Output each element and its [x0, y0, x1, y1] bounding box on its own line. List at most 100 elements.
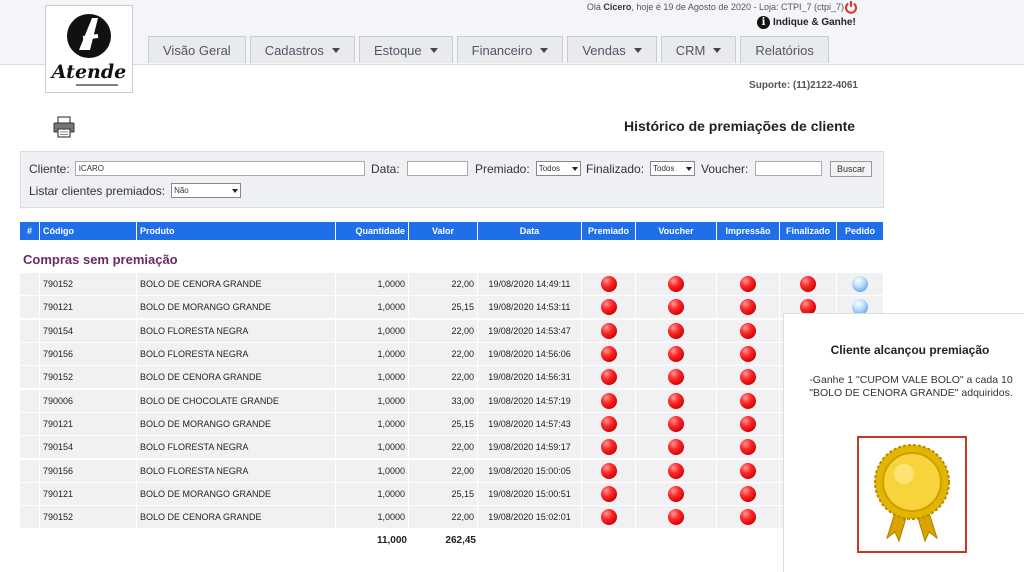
column-header[interactable]: Voucher	[636, 222, 717, 240]
cell-index	[20, 413, 40, 436]
tab-label: Relatórios	[755, 42, 814, 58]
column-header[interactable]: Código	[40, 222, 137, 240]
table-row[interactable]: 790152 BOLO DE CENORA GRANDE 1,0000 22,00 19…	[20, 366, 884, 389]
tab-vendas[interactable]: Vendas	[567, 36, 657, 63]
caret-down-icon	[331, 47, 340, 53]
cell-quantidade: 1,0000	[336, 436, 409, 459]
premiado-label: Premiado:	[475, 161, 530, 176]
listar-select[interactable]: Não	[171, 183, 242, 198]
tab-estoque[interactable]: Estoque	[358, 36, 453, 63]
logo-icon: Atende	[50, 14, 126, 86]
column-header[interactable]: Impressão	[717, 222, 780, 240]
total-quantidade: 11,000	[376, 535, 407, 546]
table-header: # Código Produto Quantidade Valor Data Premiad…	[20, 222, 884, 240]
tab-label: Estoque	[373, 42, 422, 58]
cell-valor: 25,15	[409, 413, 478, 436]
order-icon[interactable]	[852, 276, 868, 292]
power-icon[interactable]	[844, 0, 858, 14]
table-row[interactable]: 790154 BOLO FLORESTA NEGRA 1,0000 22,00 19/0…	[20, 319, 884, 342]
cell-quantidade: 1,0000	[336, 366, 409, 389]
chevron-down-icon	[232, 188, 239, 193]
column-header[interactable]: Pedido	[837, 222, 884, 240]
voucher-input[interactable]	[755, 161, 823, 176]
tab-label: Financeiro	[471, 42, 533, 58]
column-header[interactable]: Finalizado	[780, 222, 837, 240]
status-dot-icon	[668, 369, 684, 386]
medal-icon	[874, 444, 950, 543]
tab-crm[interactable]: CRM	[660, 36, 737, 63]
table-row[interactable]: 790006 BOLO DE CHOCOLATE GRANDE 1,0000 33,0…	[20, 389, 884, 412]
cell-voucher	[636, 459, 717, 482]
status-dot-icon	[668, 439, 684, 456]
cell-premiado	[582, 459, 636, 482]
column-header[interactable]: Produto	[137, 222, 336, 240]
tab-label: CRM	[675, 42, 706, 58]
cell-impressao	[717, 413, 780, 436]
user-name: Cicero	[603, 2, 632, 12]
tab-relatrios[interactable]: Relatórios	[740, 36, 829, 63]
tab-cadastros[interactable]: Cadastros	[249, 36, 355, 63]
cliente-input[interactable]: ICARO	[74, 161, 365, 176]
status-dot-icon	[600, 322, 617, 339]
cell-premiado	[582, 319, 636, 342]
status-dot-icon	[600, 369, 617, 386]
table-row[interactable]: 790121 BOLO DE MORANGO GRANDE 1,0000 25,15 1…	[20, 296, 884, 319]
cell-impressao	[717, 343, 780, 366]
status-dot-icon	[800, 276, 816, 292]
cell-codigo: 790156	[40, 459, 137, 482]
page-title: Histórico de premiações de cliente	[624, 118, 856, 134]
cell-codigo: 790006	[40, 389, 137, 412]
cell-impressao	[717, 436, 780, 459]
tab-label: Cadastros	[264, 42, 324, 58]
status-dot-icon	[740, 276, 756, 292]
cell-quantidade: 1,0000	[336, 413, 409, 436]
column-header[interactable]: Premiado	[582, 222, 636, 240]
cell-voucher	[636, 319, 717, 342]
cell-produto: BOLO DE CHOCOLATE GRANDE	[137, 389, 336, 412]
cell-produto: BOLO DE MORANGO GRANDE	[137, 296, 336, 319]
buscar-button[interactable]: Buscar	[830, 161, 873, 177]
status-dot-icon	[600, 439, 617, 456]
table-row[interactable]: 790152 BOLO DE CENORA GRANDE 1,0000 22,00 19…	[20, 273, 884, 295]
cell-produto: BOLO DE MORANGO GRANDE	[137, 483, 336, 506]
finalizado-select[interactable]: Todos	[650, 161, 696, 176]
status-dot-icon	[740, 439, 756, 456]
cell-index	[20, 483, 40, 506]
column-header[interactable]: Quantidade	[336, 222, 409, 240]
status-dot-icon	[668, 416, 684, 433]
top-bar: Olá Cicero, hoje é 19 de Agosto de 2020 …	[0, 0, 1024, 65]
column-header[interactable]: #	[20, 222, 40, 240]
cell-index	[20, 389, 40, 412]
caret-down-icon	[713, 47, 722, 53]
table-row[interactable]: 790121 BOLO DE MORANGO GRANDE 1,0000 25,15 1…	[20, 413, 884, 436]
cell-data: 19/08/2020 15:00:05	[478, 459, 582, 482]
column-header[interactable]: Valor	[409, 222, 478, 240]
status-dot-icon	[740, 369, 756, 386]
cell-impressao	[717, 459, 780, 482]
table-row[interactable]: 790154 BOLO FLORESTA NEGRA 1,0000 22,00 19/0…	[20, 436, 884, 459]
tab-visogeral[interactable]: Visão Geral	[148, 36, 246, 63]
table-row[interactable]: 790121 BOLO DE MORANGO GRANDE 1,0000 25,15 1…	[20, 483, 884, 506]
cell-voucher	[636, 506, 717, 529]
printer-icon[interactable]	[52, 115, 76, 139]
listar-value: Não	[174, 186, 189, 195]
cell-index	[20, 366, 40, 389]
premiado-select[interactable]: Todos	[535, 161, 581, 176]
cell-data: 19/08/2020 15:00:51	[478, 483, 582, 506]
data-label: Data:	[371, 161, 400, 176]
indique-ganhe-link[interactable]: i Indique & Ganhe!	[757, 16, 856, 29]
table-row[interactable]: 790156 BOLO FLORESTA NEGRA 1,0000 22,00 19/0…	[20, 459, 884, 482]
cell-impressao	[717, 483, 780, 506]
table-row[interactable]: 790152 BOLO DE CENORA GRANDE 1,0000 22,00 19…	[20, 506, 884, 529]
tab-financeiro[interactable]: Financeiro	[456, 36, 564, 63]
cell-index	[20, 506, 40, 529]
column-header[interactable]: Data	[478, 222, 582, 240]
logo[interactable]: Atende	[45, 5, 133, 93]
cell-voucher	[636, 343, 717, 366]
tab-label: Visão Geral	[163, 42, 231, 58]
data-input[interactable]	[406, 161, 468, 176]
cell-index	[20, 459, 40, 482]
table-row[interactable]: 790156 BOLO FLORESTA NEGRA 1,0000 22,00 19/0…	[20, 343, 884, 366]
greeting-text: Olá Cicero, hoje é 19 de Agosto de 2020 …	[587, 2, 844, 12]
cell-impressao	[717, 296, 780, 319]
